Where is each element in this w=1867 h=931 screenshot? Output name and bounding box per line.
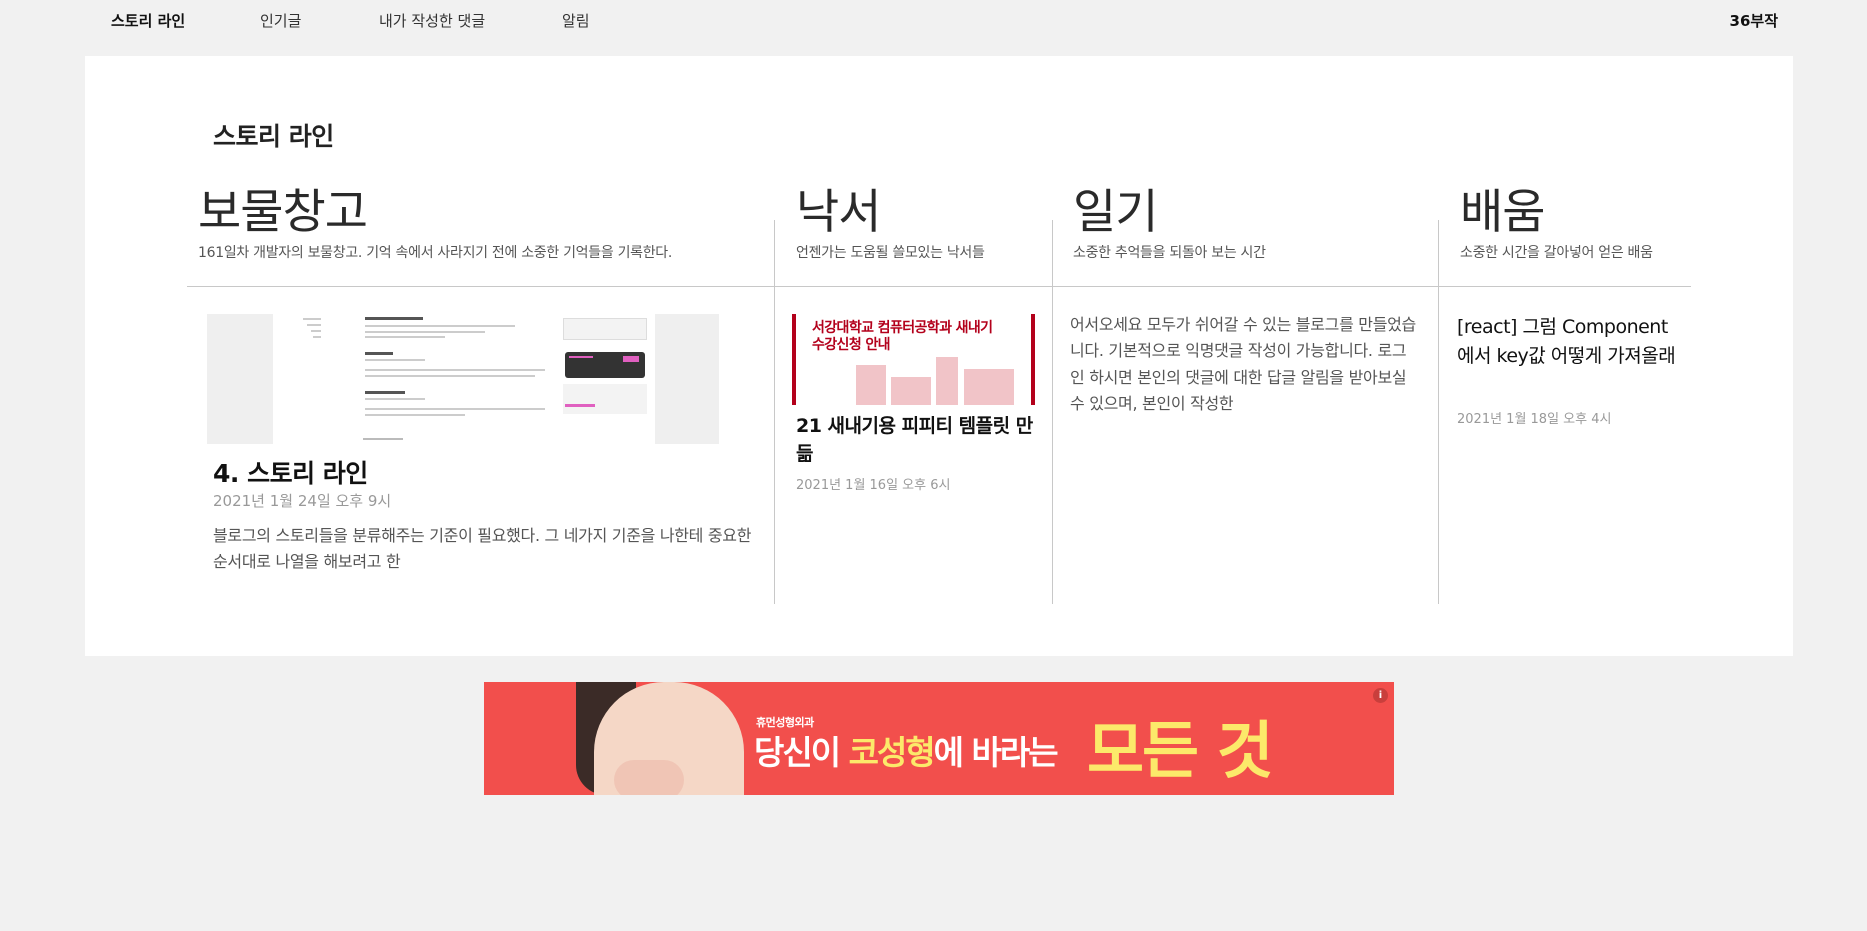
header-divider [187,286,1691,287]
column-subtitle: 언젠가는 도움될 쓸모있는 낙서들 [796,245,985,262]
ad-headline: 당신이 코성형에 바라는 [754,733,1059,772]
brand-link[interactable]: 36부작 [1730,10,1778,31]
thumbnail-document-image [273,314,655,444]
column-header-treasure[interactable]: 보물창고 161일차 개발자의 보물창고. 기억 속에서 사라지기 전에 소중한… [198,185,673,262]
ad-banner[interactable]: 휴먼성형외과 당신이 코성형에 바라는 모든 것 i [484,682,1394,795]
column-divider [1052,220,1053,604]
page-title: 스토리 라인 [213,122,334,151]
column-title: 낙서 [796,185,881,240]
nav-item-popular[interactable]: 인기글 [260,10,301,31]
thumbnail-building [856,365,886,405]
post-excerpt[interactable]: 어서오세요 모두가 쉬어갈 수 있는 블로그를 만들었습니다. 기본적으로 익명… [1070,312,1420,418]
column-header-diary[interactable]: 일기 소중한 추억들을 되돌아 보는 시간 [1073,185,1266,262]
post-title[interactable]: [react] 그럼 Component에서 key값 어떻게 가져올래 [1457,313,1682,370]
column-header-doodle[interactable]: 낙서 언젠가는 도움될 쓸모있는 낙서들 [796,185,985,262]
column-title: 보물창고 [198,185,368,240]
ad-info-icon[interactable]: i [1373,688,1388,703]
post-excerpt[interactable]: 블로그의 스토리들을 분류해주는 기준이 필요했다. 그 네가지 기준을 나한테… [213,523,763,576]
column-subtitle: 소중한 추억들을 되돌아 보는 시간 [1073,245,1266,262]
post-title[interactable]: 4. 스토리 라인 [213,454,368,490]
thumbnail-text: 서강대학교 컴퓨터공학과 새내기 수강신청 안내 [812,320,993,353]
post-thumbnail[interactable]: 서강대학교 컴퓨터공학과 새내기 수강신청 안내 [792,314,1035,405]
top-nav: 스토리 라인 인기글 내가 작성한 댓글 알림 36부작 [0,0,1867,42]
column-title: 일기 [1073,185,1158,240]
column-title: 배움 [1460,185,1545,240]
column-subtitle: 소중한 시간을 갈아넣어 얻은 배움 [1460,245,1653,262]
post-date: 2021년 1월 24일 오후 9시 [213,492,392,510]
column-header-learning[interactable]: 배움 소중한 시간을 갈아넣어 얻은 배움 [1460,185,1653,262]
post-date: 2021년 1월 16일 오후 6시 [796,478,951,493]
column-divider [774,220,775,604]
nav-item-my-comments[interactable]: 내가 작성한 댓글 [379,10,485,31]
post-title[interactable]: 21 새내기용 피피티 템플릿 만듦 [796,413,1036,468]
thumbnail-building [936,357,958,405]
ad-model-hand [614,760,684,795]
column-subtitle: 161일차 개발자의 보물창고. 기억 속에서 사라지기 전에 소중한 기억들을… [198,245,673,262]
ad-headline-emphasis: 모든 것 [1087,714,1274,787]
thumbnail-building [891,377,931,405]
post-thumbnail[interactable] [207,314,719,444]
thumbnail-building [964,369,1014,405]
nav-item-notifications[interactable]: 알림 [562,10,590,31]
post-date: 2021년 1월 18일 오후 4시 [1457,412,1612,427]
storyline-card: 스토리 라인 보물창고 161일차 개발자의 보물창고. 기억 속에서 사라지기… [85,56,1793,656]
nav-item-storyline[interactable]: 스토리 라인 [111,10,185,31]
column-divider [1438,220,1439,604]
